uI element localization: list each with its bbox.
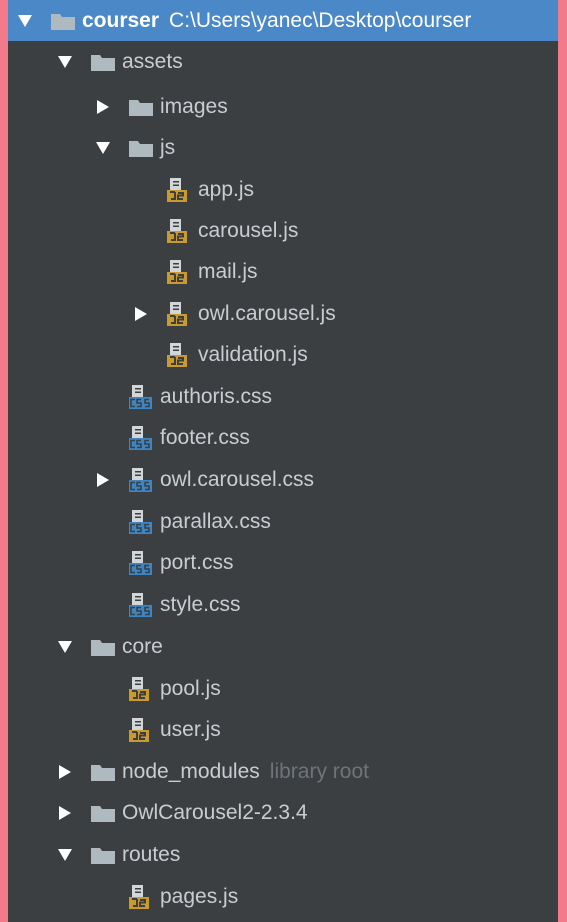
tree-item-label: parallax.css — [160, 509, 271, 533]
library-root-hint: library root — [269, 759, 369, 783]
tree-item-label: carousel.js — [198, 218, 299, 242]
tree-item-label: authoris.css — [160, 384, 273, 408]
tree-row-owlcarousel2[interactable]: OwlCarousel2-2.3.4 — [8, 792, 558, 833]
tree-item-label: pool.js — [160, 676, 221, 700]
folder-icon — [90, 633, 116, 661]
js-file-icon — [166, 300, 192, 328]
chevron-right-icon[interactable] — [52, 759, 78, 785]
tree-row-core[interactable]: core — [8, 626, 558, 667]
tree-row-owl-carousel-js[interactable]: owl.carousel.js — [8, 293, 558, 334]
tree-item-label: port.css — [160, 550, 234, 574]
js-file-icon — [128, 675, 154, 703]
js-file-icon — [128, 716, 154, 744]
tree-row-validation-js[interactable]: validation.js — [8, 334, 558, 375]
tree-item-label: user.js — [160, 717, 221, 741]
tree-row-owl-carousel-css[interactable]: owl.carousel.css — [8, 459, 558, 500]
tree-row-js[interactable]: js — [8, 127, 558, 168]
chevron-right-icon[interactable] — [52, 800, 78, 826]
js-file-icon — [166, 217, 192, 245]
css-file-icon — [128, 508, 154, 536]
project-tree-panel: courser C:\Users\yanec\Desktop\courser a… — [8, 0, 558, 922]
tree-row-user-js[interactable]: user.js — [8, 709, 558, 750]
chevron-down-icon[interactable] — [52, 842, 78, 868]
tree-row-style-css[interactable]: style.css — [8, 584, 558, 625]
root-folder-path: C:\Users\yanec\Desktop\courser — [169, 8, 472, 32]
tree-item-label: footer.css — [160, 425, 250, 449]
tree-row-app-js[interactable]: app.js — [8, 169, 558, 210]
tree-item-label: mail.js — [198, 259, 258, 283]
tree-row-authoris-css[interactable]: authoris.css — [8, 376, 558, 417]
js-file-icon — [128, 883, 154, 911]
folder-icon — [128, 134, 154, 162]
folder-icon — [50, 7, 76, 35]
css-file-icon — [128, 383, 154, 411]
tree-row-root[interactable]: courser C:\Users\yanec\Desktop\courser — [8, 0, 558, 41]
tree-row-mail-js[interactable]: mail.js — [8, 251, 558, 292]
tree-row-parallax-css[interactable]: parallax.css — [8, 501, 558, 542]
js-file-icon — [166, 176, 192, 204]
tree-item-label: OwlCarousel2-2.3.4 — [122, 800, 308, 824]
tree-row-routes[interactable]: routes — [8, 834, 558, 875]
chevron-down-icon[interactable] — [52, 49, 78, 75]
tree-item-label: owl.carousel.js — [198, 301, 336, 325]
folder-icon — [128, 93, 154, 121]
chevron-down-icon[interactable] — [90, 135, 116, 161]
tree-item-label: pages.js — [160, 884, 239, 908]
css-file-icon — [128, 591, 154, 619]
tree-row-images[interactable]: images — [8, 86, 558, 127]
tree-row-pool-js[interactable]: pool.js — [8, 668, 558, 709]
folder-icon — [90, 48, 116, 76]
js-file-icon — [166, 341, 192, 369]
js-file-icon — [166, 258, 192, 286]
folder-icon — [90, 841, 116, 869]
tree-item-label: assets — [122, 49, 183, 73]
tree-row-assets[interactable]: assets — [8, 41, 558, 82]
css-file-icon — [128, 549, 154, 577]
tree-row-carousel-js[interactable]: carousel.js — [8, 210, 558, 251]
tree-item-label: node_modules — [122, 759, 260, 783]
tree-item-label: validation.js — [198, 342, 308, 366]
tree-row-pages-js[interactable]: pages.js — [8, 876, 558, 917]
chevron-down-icon[interactable] — [52, 634, 78, 660]
tree-row-port-css[interactable]: port.css — [8, 542, 558, 583]
chevron-right-icon[interactable] — [90, 467, 116, 493]
tree-item-label: style.css — [160, 592, 241, 616]
folder-icon — [90, 799, 116, 827]
folder-icon — [90, 758, 116, 786]
css-file-icon — [128, 466, 154, 494]
tree-item-label: routes — [122, 842, 181, 866]
chevron-down-icon[interactable] — [12, 8, 38, 34]
css-file-icon — [128, 424, 154, 452]
tree-item-label: js — [160, 135, 176, 159]
tree-item-label: images — [160, 94, 228, 118]
tree-item-label: core — [122, 634, 163, 658]
tree-item-label: app.js — [198, 177, 255, 201]
chevron-right-icon[interactable] — [128, 301, 154, 327]
tree-row-node-modules[interactable]: node_modules library root — [8, 751, 558, 792]
tree-item-label: owl.carousel.css — [160, 467, 315, 491]
chevron-right-icon[interactable] — [90, 94, 116, 120]
root-folder-label: courser — [82, 8, 160, 32]
tree-row-footer-css[interactable]: footer.css — [8, 417, 558, 458]
